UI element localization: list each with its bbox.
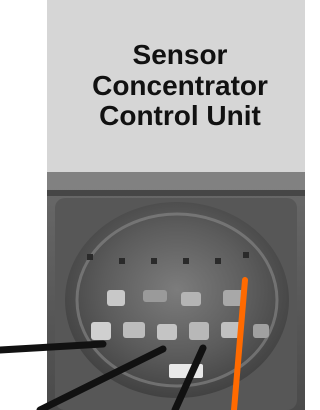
title-box: Sensor Concentrator Control Unit [47, 0, 305, 172]
connector-pin [215, 258, 221, 264]
title-label: Sensor Concentrator Control Unit [92, 38, 268, 132]
connector-photo [47, 172, 305, 410]
connector-pin [183, 258, 189, 264]
connector-terminal [143, 290, 167, 302]
connector-pin [151, 258, 157, 264]
connector-pin [119, 258, 125, 264]
connector-terminal [223, 290, 245, 306]
connector-terminal [221, 322, 243, 338]
photo-top-band [47, 172, 305, 190]
connector-terminal [107, 290, 125, 306]
connector-terminal [253, 324, 269, 338]
connector-terminal [181, 292, 201, 306]
connector-latch [169, 364, 203, 378]
connector-terminal [91, 322, 111, 340]
connector-terminal [189, 322, 209, 340]
connector-pin [243, 252, 249, 258]
diagram-stage: Sensor Concentrator Control Unit [0, 0, 305, 410]
connector-pin [87, 254, 93, 260]
connector-terminal [157, 324, 177, 340]
connector-terminal [123, 322, 145, 338]
